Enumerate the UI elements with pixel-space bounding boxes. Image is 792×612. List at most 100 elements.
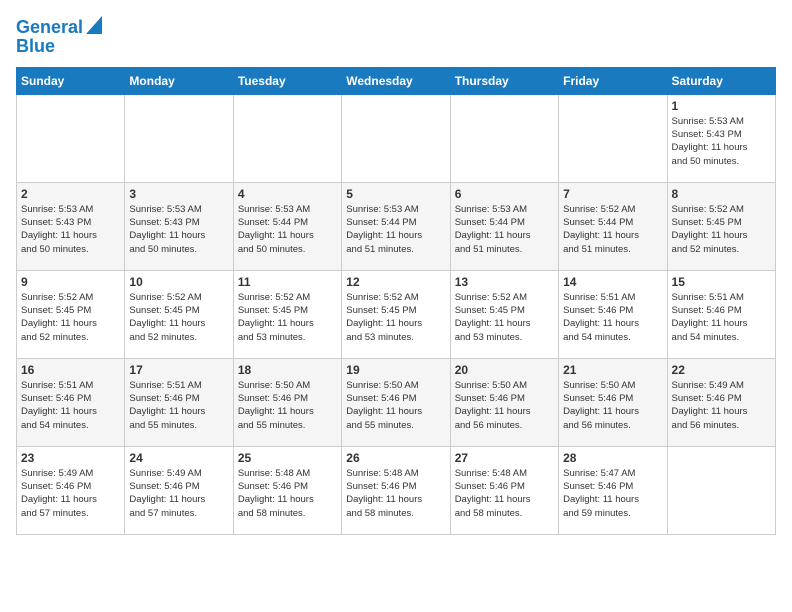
calendar-day-cell: 24Sunrise: 5:49 AM Sunset: 5:46 PM Dayli… [125,446,233,534]
day-of-week-header: Friday [559,67,667,94]
calendar-day-cell: 14 Sunrise: 5:51 AM Sunset: 5:46 PM Dayli… [559,270,667,358]
day-number: 6 [455,187,554,201]
calendar-day-cell: 8 Sunrise: 5:52 AM Sunset: 5:45 PM Daylig… [667,182,775,270]
calendar-week-row: 1 Sunrise: 5:53 AM Sunset: 5:43 PM Daylig… [17,94,776,182]
day-number: 26 [346,451,445,465]
calendar-day-cell [559,94,667,182]
calendar-day-cell: 22 Sunrise: 5:49 AM Sunset: 5:46 PM Dayli… [667,358,775,446]
calendar-day-cell: 13 Sunrise: 5:52 AM Sunset: 5:45 PM Dayli… [450,270,558,358]
calendar-day-cell [233,94,341,182]
day-info: Sunrise: 5:53 AM Sunset: 5:43 PM Dayligh… [672,115,771,168]
day-info: Sunrise: 5:49 AM Sunset: 5:46 PM Dayligh… [672,379,771,432]
calendar-day-cell [125,94,233,182]
day-number: 2 [21,187,120,201]
day-number: 20 [455,363,554,377]
day-of-week-header: Sunday [17,67,125,94]
day-info: Sunrise: 5:50 AM Sunset: 5:46 PM Dayligh… [238,379,337,432]
day-number: 23 [21,451,120,465]
day-number: 13 [455,275,554,289]
day-info: Sunrise: 5:49 AM Sunset: 5:46 PM Dayligh… [21,467,120,520]
logo-triangle-icon [86,16,102,34]
day-number: 19 [346,363,445,377]
day-of-week-header: Monday [125,67,233,94]
day-info: Sunrise: 5:48 AM Sunset: 5:46 PM Dayligh… [238,467,337,520]
calendar-week-row: 16 Sunrise: 5:51 AM Sunset: 5:46 PM Dayli… [17,358,776,446]
calendar-day-cell: 5Sunrise: 5:53 AM Sunset: 5:44 PM Daylig… [342,182,450,270]
day-info: Sunrise: 5:51 AM Sunset: 5:46 PM Dayligh… [129,379,228,432]
calendar-day-cell: 1 Sunrise: 5:53 AM Sunset: 5:43 PM Daylig… [667,94,775,182]
calendar-week-row: 23 Sunrise: 5:49 AM Sunset: 5:46 PM Dayli… [17,446,776,534]
day-info: Sunrise: 5:52 AM Sunset: 5:44 PM Dayligh… [563,203,662,256]
logo: General Blue [16,16,102,57]
calendar-header-row: SundayMondayTuesdayWednesdayThursdayFrid… [17,67,776,94]
day-info: Sunrise: 5:52 AM Sunset: 5:45 PM Dayligh… [238,291,337,344]
calendar-day-cell [450,94,558,182]
calendar-day-cell: 6 Sunrise: 5:53 AM Sunset: 5:44 PM Daylig… [450,182,558,270]
day-number: 18 [238,363,337,377]
day-number: 1 [672,99,771,113]
day-info: Sunrise: 5:50 AM Sunset: 5:46 PM Dayligh… [346,379,445,432]
calendar-day-cell: 10 Sunrise: 5:52 AM Sunset: 5:45 PM Dayli… [125,270,233,358]
day-info: Sunrise: 5:53 AM Sunset: 5:44 PM Dayligh… [455,203,554,256]
calendar-day-cell: 17 Sunrise: 5:51 AM Sunset: 5:46 PM Dayli… [125,358,233,446]
day-info: Sunrise: 5:51 AM Sunset: 5:46 PM Dayligh… [21,379,120,432]
day-number: 8 [672,187,771,201]
day-number: 14 [563,275,662,289]
calendar-day-cell: 27 Sunrise: 5:48 AM Sunset: 5:46 PM Dayli… [450,446,558,534]
calendar-day-cell [667,446,775,534]
calendar-day-cell: 16 Sunrise: 5:51 AM Sunset: 5:46 PM Dayli… [17,358,125,446]
calendar-day-cell: 9 Sunrise: 5:52 AM Sunset: 5:45 PM Daylig… [17,270,125,358]
day-info: Sunrise: 5:48 AM Sunset: 5:46 PM Dayligh… [455,467,554,520]
calendar-day-cell: 2 Sunrise: 5:53 AM Sunset: 5:43 PM Daylig… [17,182,125,270]
day-info: Sunrise: 5:48 AM Sunset: 5:46 PM Dayligh… [346,467,445,520]
calendar-day-cell: 3 Sunrise: 5:53 AM Sunset: 5:43 PM Daylig… [125,182,233,270]
calendar-day-cell: 4 Sunrise: 5:53 AM Sunset: 5:44 PM Daylig… [233,182,341,270]
day-of-week-header: Thursday [450,67,558,94]
calendar-day-cell [17,94,125,182]
day-info: Sunrise: 5:52 AM Sunset: 5:45 PM Dayligh… [129,291,228,344]
calendar-day-cell: 19 Sunrise: 5:50 AM Sunset: 5:46 PM Dayli… [342,358,450,446]
day-info: Sunrise: 5:52 AM Sunset: 5:45 PM Dayligh… [21,291,120,344]
day-number: 9 [21,275,120,289]
day-number: 15 [672,275,771,289]
day-number: 4 [238,187,337,201]
day-number: 22 [672,363,771,377]
calendar-day-cell: 23 Sunrise: 5:49 AM Sunset: 5:46 PM Dayli… [17,446,125,534]
day-info: Sunrise: 5:51 AM Sunset: 5:46 PM Dayligh… [672,291,771,344]
day-info: Sunrise: 5:53 AM Sunset: 5:43 PM Dayligh… [21,203,120,256]
day-info: Sunrise: 5:52 AM Sunset: 5:45 PM Dayligh… [346,291,445,344]
calendar-table: SundayMondayTuesdayWednesdayThursdayFrid… [16,67,776,535]
calendar-day-cell: 21 Sunrise: 5:50 AM Sunset: 5:46 PM Dayli… [559,358,667,446]
calendar-day-cell: 28Sunrise: 5:47 AM Sunset: 5:46 PM Dayli… [559,446,667,534]
day-info: Sunrise: 5:49 AM Sunset: 5:46 PM Dayligh… [129,467,228,520]
day-info: Sunrise: 5:50 AM Sunset: 5:46 PM Dayligh… [455,379,554,432]
calendar-day-cell: 7 Sunrise: 5:52 AM Sunset: 5:44 PM Daylig… [559,182,667,270]
day-of-week-header: Wednesday [342,67,450,94]
calendar-day-cell: 25 Sunrise: 5:48 AM Sunset: 5:46 PM Dayli… [233,446,341,534]
calendar-day-cell: 15 Sunrise: 5:51 AM Sunset: 5:46 PM Dayli… [667,270,775,358]
day-of-week-header: Tuesday [233,67,341,94]
calendar-week-row: 9 Sunrise: 5:52 AM Sunset: 5:45 PM Daylig… [17,270,776,358]
page-header: General Blue [16,16,776,57]
logo-text: General [16,18,83,38]
day-number: 17 [129,363,228,377]
day-number: 12 [346,275,445,289]
day-number: 3 [129,187,228,201]
day-info: Sunrise: 5:50 AM Sunset: 5:46 PM Dayligh… [563,379,662,432]
day-number: 16 [21,363,120,377]
day-of-week-header: Saturday [667,67,775,94]
calendar-week-row: 2 Sunrise: 5:53 AM Sunset: 5:43 PM Daylig… [17,182,776,270]
day-info: Sunrise: 5:52 AM Sunset: 5:45 PM Dayligh… [672,203,771,256]
day-number: 21 [563,363,662,377]
day-number: 10 [129,275,228,289]
day-number: 7 [563,187,662,201]
calendar-day-cell: 26 Sunrise: 5:48 AM Sunset: 5:46 PM Dayli… [342,446,450,534]
day-info: Sunrise: 5:51 AM Sunset: 5:46 PM Dayligh… [563,291,662,344]
day-info: Sunrise: 5:52 AM Sunset: 5:45 PM Dayligh… [455,291,554,344]
calendar-day-cell: 12 Sunrise: 5:52 AM Sunset: 5:45 PM Dayli… [342,270,450,358]
day-number: 25 [238,451,337,465]
calendar-day-cell: 18 Sunrise: 5:50 AM Sunset: 5:46 PM Dayli… [233,358,341,446]
day-number: 27 [455,451,554,465]
day-info: Sunrise: 5:53 AM Sunset: 5:44 PM Dayligh… [238,203,337,256]
day-info: Sunrise: 5:53 AM Sunset: 5:43 PM Dayligh… [129,203,228,256]
